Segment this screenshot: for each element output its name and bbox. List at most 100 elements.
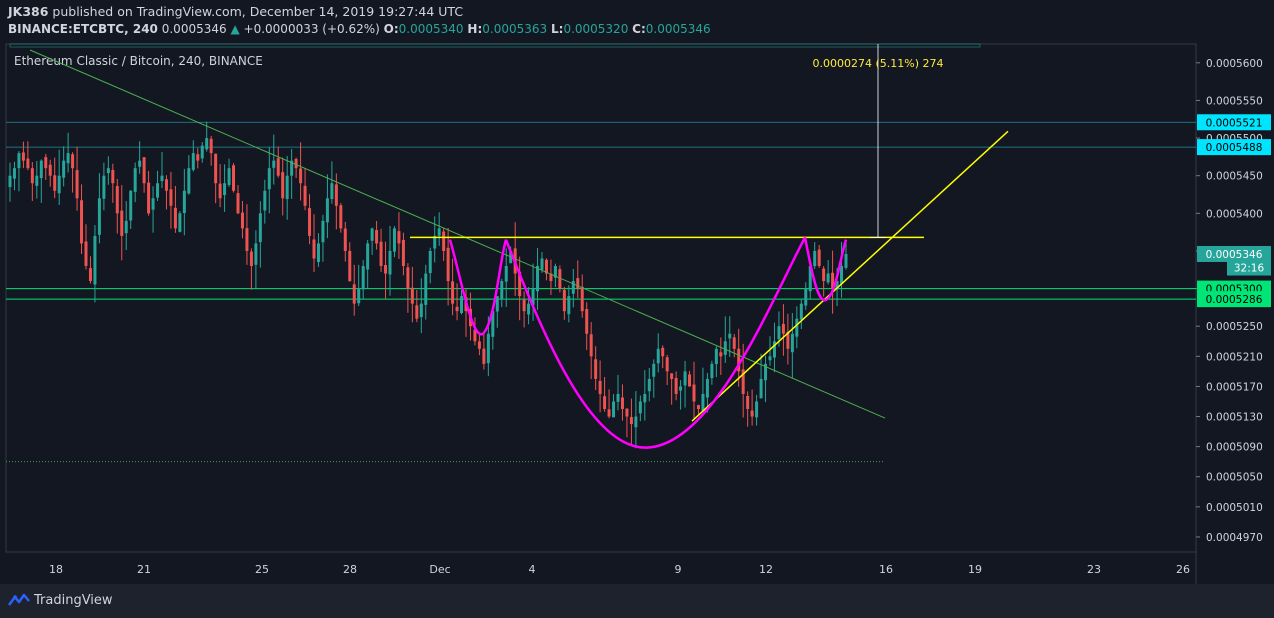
candle-body bbox=[522, 299, 526, 312]
candle-body bbox=[755, 401, 759, 418]
candle-body bbox=[607, 409, 611, 417]
candle-body bbox=[227, 168, 231, 185]
candle-body bbox=[245, 228, 249, 251]
candle-body bbox=[679, 386, 683, 391]
candle-body bbox=[93, 235, 97, 285]
ohlc-line: BINANCE:ETCBTC, 240 0.0005346 ▲ +0.00000… bbox=[8, 22, 711, 36]
candle-body bbox=[120, 210, 124, 236]
candle-body bbox=[424, 273, 428, 305]
candle-body bbox=[840, 266, 844, 284]
last-price: 0.0005346 bbox=[161, 22, 227, 36]
y-tick-label: 0.0005550 bbox=[1206, 95, 1263, 107]
candle-body bbox=[169, 189, 173, 206]
candle-body bbox=[643, 393, 647, 403]
candle-body bbox=[330, 183, 334, 200]
candle-body bbox=[392, 228, 396, 252]
candle-body bbox=[80, 200, 84, 244]
candle-body bbox=[401, 239, 405, 267]
candle-body bbox=[325, 198, 329, 223]
author-name[interactable]: JK386 bbox=[8, 4, 48, 19]
candle-body bbox=[35, 175, 39, 186]
publish-line: JK386 published on TradingView.com, Dece… bbox=[8, 4, 463, 19]
chart-title: Ethereum Classic / Bitcoin, 240, BINANCE bbox=[14, 54, 263, 68]
candle-body bbox=[826, 273, 830, 283]
candle-body bbox=[232, 165, 236, 191]
candle-body bbox=[790, 333, 794, 353]
tradingview-logo[interactable]: TradingView bbox=[8, 592, 113, 608]
candle-body bbox=[415, 305, 419, 319]
candle-body bbox=[379, 241, 383, 267]
candle-body bbox=[339, 205, 343, 229]
candle-body bbox=[732, 337, 736, 349]
candle-body bbox=[406, 267, 410, 289]
candle-body bbox=[585, 309, 589, 334]
candle-body bbox=[750, 410, 754, 417]
candle-body bbox=[629, 417, 633, 425]
candle-body bbox=[133, 168, 137, 192]
candle-body bbox=[799, 303, 803, 320]
candle-body bbox=[768, 356, 772, 361]
x-tick-label: 19 bbox=[968, 563, 982, 576]
x-tick-label: 12 bbox=[759, 563, 773, 576]
candle-body bbox=[205, 138, 209, 150]
x-tick-label: 18 bbox=[49, 563, 63, 576]
candle-body bbox=[115, 186, 119, 214]
candle-body bbox=[419, 303, 423, 318]
candle-body bbox=[710, 363, 714, 379]
candle-body bbox=[567, 296, 571, 315]
candle-body bbox=[357, 288, 361, 304]
candle-body bbox=[388, 250, 392, 275]
candle-body bbox=[75, 170, 79, 199]
price-chart[interactable]: Ethereum Classic / Bitcoin, 240, BINANCE… bbox=[0, 42, 1274, 584]
candle-body bbox=[97, 198, 101, 235]
candle-body bbox=[303, 185, 307, 206]
candle-body bbox=[674, 377, 678, 394]
candle-body bbox=[813, 250, 817, 267]
candle-body bbox=[527, 303, 531, 315]
candle-body bbox=[410, 287, 414, 304]
candle-body bbox=[267, 168, 271, 190]
candle-body bbox=[594, 359, 598, 379]
y-tick-label: 0.0005210 bbox=[1206, 351, 1263, 363]
candle-body bbox=[384, 265, 388, 274]
candle-body bbox=[39, 160, 43, 179]
candle-body bbox=[670, 373, 674, 379]
candle-body bbox=[196, 154, 200, 161]
candle-body bbox=[683, 371, 687, 386]
low-label: L: bbox=[550, 22, 564, 36]
candle-body bbox=[397, 231, 401, 244]
y-tick-label: 0.0005400 bbox=[1206, 208, 1263, 220]
price-label-text: 0.0005286 bbox=[1206, 294, 1263, 306]
brand-name: TradingView bbox=[34, 592, 113, 608]
candle-body bbox=[652, 363, 656, 377]
candle-body bbox=[129, 190, 133, 221]
candle-body bbox=[151, 198, 155, 210]
candle-body bbox=[804, 288, 808, 306]
candle-body bbox=[428, 250, 432, 274]
candle-body bbox=[343, 228, 347, 251]
close-label: C: bbox=[632, 22, 646, 36]
candle-body bbox=[759, 378, 763, 399]
candle-body bbox=[66, 153, 70, 164]
candle-body bbox=[352, 284, 356, 304]
candle-body bbox=[795, 318, 799, 337]
candle-body bbox=[665, 357, 669, 372]
candle-body bbox=[308, 208, 312, 236]
candle-body bbox=[223, 183, 227, 196]
tradingview-logo-icon bbox=[8, 593, 30, 606]
x-tick-label: 26 bbox=[1176, 563, 1190, 576]
x-tick-label: 28 bbox=[343, 563, 357, 576]
candle-body bbox=[540, 258, 544, 270]
candle-body bbox=[746, 395, 750, 410]
candle-body bbox=[482, 348, 486, 364]
candle-body bbox=[254, 243, 258, 265]
symbol-label: BINANCE:ETCBTC, 240 bbox=[8, 22, 158, 36]
candle-body bbox=[214, 153, 218, 184]
candle-body bbox=[276, 158, 280, 176]
candle-body bbox=[299, 168, 303, 184]
candle-body bbox=[442, 231, 446, 251]
candle-body bbox=[156, 183, 160, 198]
candle-body bbox=[576, 278, 580, 289]
candle-body bbox=[17, 153, 21, 169]
candle-body bbox=[285, 175, 289, 200]
